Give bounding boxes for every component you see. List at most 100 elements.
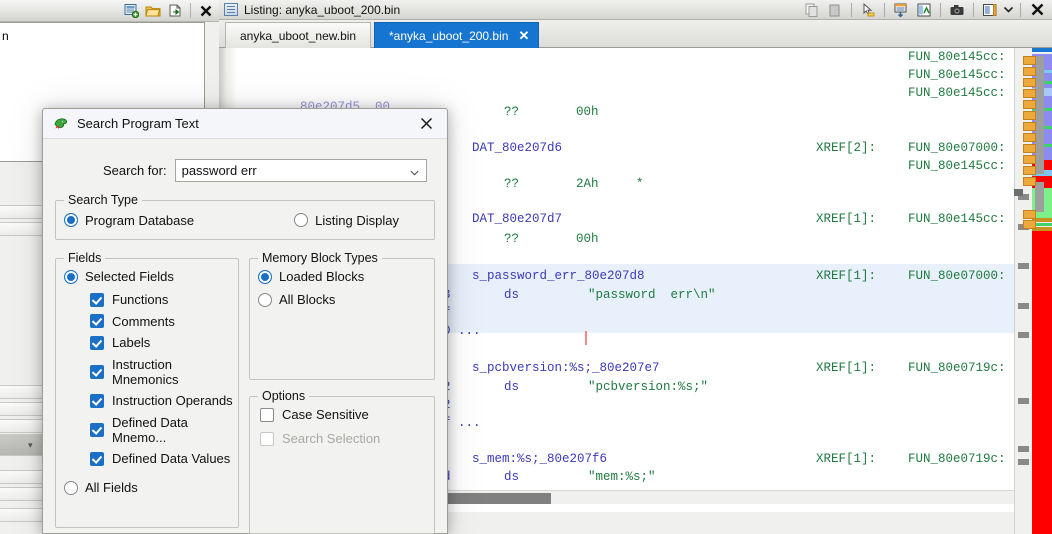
close-icon[interactable] bbox=[1026, 1, 1048, 19]
search-program-text-dialog[interactable]: Search Program Text Search for: password… bbox=[42, 108, 448, 534]
checkbox-comments[interactable]: Comments bbox=[90, 314, 238, 329]
code-line[interactable]: ?? bbox=[504, 177, 519, 191]
code-line[interactable]: XREF[1]: bbox=[816, 269, 876, 283]
dialog-title-bar[interactable]: Search Program Text bbox=[43, 109, 447, 139]
open-folder-icon[interactable] bbox=[143, 2, 163, 20]
code-line[interactable]: FUN_80e145cc: bbox=[908, 159, 1006, 173]
radio-selected-fields[interactable]: Selected Fields bbox=[56, 269, 238, 284]
radio-all-fields[interactable]: All Fields bbox=[56, 480, 238, 495]
header-separator-5 bbox=[1020, 3, 1021, 17]
copy-icon[interactable] bbox=[801, 1, 823, 19]
listing-header: Listing: anyka_uboot_200.bin bbox=[219, 0, 1052, 20]
checkbox-instruction-mnemonics[interactable]: Instruction Mnemonics bbox=[90, 357, 238, 387]
checkbox-case-sensitive[interactable]: Case Sensitive bbox=[250, 407, 434, 422]
checkbox-label: Instruction Operands bbox=[112, 393, 233, 408]
memory-block-types-group: Memory Block Types Loaded Blocks All Blo… bbox=[249, 258, 435, 380]
radio-indicator bbox=[258, 293, 272, 307]
code-line[interactable]: s_mem:%s;_80e207f6 bbox=[472, 452, 607, 466]
radio-label: Program Database bbox=[85, 213, 194, 228]
code-line[interactable]: ds bbox=[504, 470, 519, 484]
dropdown-arrow-icon[interactable] bbox=[1002, 1, 1015, 19]
code-line[interactable]: DAT_80e207d6 bbox=[472, 141, 562, 155]
navigation-marker-margin[interactable] bbox=[1014, 48, 1032, 534]
code-line[interactable]: XREF[2]: bbox=[816, 141, 876, 155]
code-line[interactable]: 2Ah bbox=[576, 177, 599, 191]
checkbox-instruction-operands[interactable]: Instruction Operands bbox=[90, 393, 238, 408]
search-for-row: Search for: password err bbox=[43, 159, 447, 182]
radio-label: All Blocks bbox=[279, 292, 335, 307]
code-line[interactable]: FUN_80e145cc: bbox=[908, 86, 1006, 100]
code-line[interactable]: XREF[1]: bbox=[816, 452, 876, 466]
code-line[interactable]: FUN_80e07000: bbox=[908, 269, 1006, 283]
hex-byte-fragment: 0 ... bbox=[443, 324, 481, 338]
radio-program-database[interactable]: Program Database bbox=[64, 213, 194, 228]
fields-checkbox-list: Functions Comments Labels Instructi bbox=[56, 292, 238, 466]
window-menu-icon[interactable] bbox=[979, 1, 1001, 19]
code-line[interactable]: FUN_80e145cc: bbox=[908, 50, 1006, 64]
code-line[interactable]: ?? bbox=[504, 105, 519, 119]
search-input[interactable]: password err bbox=[175, 159, 427, 182]
fields-group: Fields Selected Fields Functions Comment… bbox=[55, 258, 239, 528]
code-line[interactable]: 00h bbox=[576, 232, 599, 246]
radio-indicator bbox=[258, 270, 272, 284]
checkbox-defined-data-mnemonics[interactable]: Defined Data Mnemo... bbox=[90, 415, 238, 445]
checkbox-label: Defined Data Mnemo... bbox=[112, 415, 238, 445]
code-line[interactable]: ds bbox=[504, 288, 519, 302]
code-line[interactable]: ds bbox=[504, 380, 519, 394]
program-overview-bar[interactable] bbox=[1032, 48, 1052, 534]
checkbox-label: Case Sensitive bbox=[282, 407, 369, 422]
checkbox-labels[interactable]: Labels bbox=[90, 335, 238, 350]
code-line[interactable]: FUN_80e145cc: bbox=[908, 68, 1006, 82]
chevron-down-icon[interactable] bbox=[410, 166, 419, 175]
tab-label: *anyka_uboot_200.bin bbox=[389, 29, 508, 43]
options-title: Options bbox=[258, 389, 309, 403]
radio-all-blocks[interactable]: All Blocks bbox=[250, 292, 434, 307]
tab-close-icon[interactable]: ✕ bbox=[518, 30, 530, 42]
radio-listing-display[interactable]: Listing Display bbox=[294, 213, 399, 228]
code-line[interactable]: FUN_80e145cc: bbox=[908, 212, 1006, 226]
tab-label: anyka_uboot_new.bin bbox=[240, 29, 356, 43]
header-separator-1 bbox=[851, 3, 852, 17]
code-line[interactable]: XREF[1]: bbox=[816, 212, 876, 226]
checkbox-functions[interactable]: Functions bbox=[90, 292, 238, 307]
diff-icon[interactable] bbox=[913, 1, 935, 19]
code-line[interactable]: XREF[1]: bbox=[816, 361, 876, 375]
checkbox-label: Labels bbox=[112, 335, 150, 350]
code-line[interactable]: "mem:%s;" bbox=[588, 470, 656, 484]
tab-anyka-uboot-new[interactable]: anyka_uboot_new.bin bbox=[225, 22, 371, 48]
hex-byte-fragment: f ... bbox=[443, 416, 481, 430]
code-line[interactable]: 00h bbox=[576, 105, 599, 119]
snapshot-add-icon[interactable] bbox=[890, 1, 912, 19]
checkbox-label: Functions bbox=[112, 292, 168, 307]
paste-icon[interactable] bbox=[824, 1, 846, 19]
checkbox-label: Comments bbox=[112, 314, 175, 329]
code-line[interactable]: s_pcbversion:%s;_80e207e7 bbox=[472, 361, 660, 375]
close-icon[interactable] bbox=[196, 2, 216, 20]
code-line[interactable]: FUN_80e0719c: bbox=[908, 361, 1006, 375]
dialog-body: Search for: password err Search Type Pro… bbox=[43, 159, 447, 534]
header-separator-4 bbox=[973, 3, 974, 17]
tab-anyka-uboot-200[interactable]: *anyka_uboot_200.bin ✕ bbox=[374, 22, 539, 48]
checkbox-search-selection: Search Selection bbox=[250, 431, 434, 446]
code-line[interactable]: FUN_80e0719c: bbox=[908, 452, 1006, 466]
import-icon[interactable] bbox=[165, 2, 185, 20]
camera-icon[interactable] bbox=[946, 1, 968, 19]
chevron-down-icon[interactable]: ▾ bbox=[28, 440, 38, 450]
code-line[interactable]: s_password_err_80e207d8 bbox=[472, 269, 645, 283]
listing-icon bbox=[224, 3, 238, 16]
options-group: Options Case Sensitive Search Selection bbox=[249, 396, 435, 534]
radio-loaded-blocks[interactable]: Loaded Blocks bbox=[250, 269, 434, 284]
code-line[interactable]: "pcbversion:%s;" bbox=[588, 380, 708, 394]
code-line[interactable]: FUN_80e07000: bbox=[908, 141, 1006, 155]
radio-indicator bbox=[64, 481, 78, 495]
checkbox-defined-data-values[interactable]: Defined Data Values bbox=[90, 451, 238, 466]
select-cursor-icon[interactable] bbox=[857, 1, 879, 19]
listing-title: Listing: anyka_uboot_200.bin bbox=[244, 3, 400, 17]
code-line[interactable]: DAT_80e207d7 bbox=[472, 212, 562, 226]
code-line[interactable]: "password err\n" bbox=[588, 288, 716, 302]
new-program-icon[interactable] bbox=[121, 2, 141, 20]
code-line[interactable]: * bbox=[636, 177, 644, 191]
code-line[interactable]: ?? bbox=[504, 232, 519, 246]
close-icon[interactable] bbox=[415, 113, 437, 135]
program-tab-bar: anyka_uboot_new.bin *anyka_uboot_200.bin… bbox=[219, 20, 1052, 48]
